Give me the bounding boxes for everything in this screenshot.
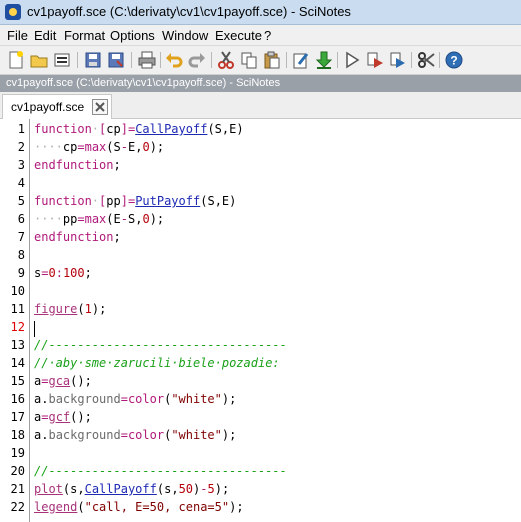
- undo-icon[interactable]: [164, 50, 184, 70]
- cut-icon[interactable]: [216, 50, 236, 70]
- load-into-scilab-icon[interactable]: [314, 50, 334, 70]
- code-line[interactable]: a.background=color("white");: [34, 392, 236, 410]
- code-line[interactable]: //---------------------------------: [34, 464, 287, 482]
- toolbar-separator: [160, 52, 161, 68]
- code-line[interactable]: endfunction;: [34, 230, 121, 248]
- file-path: cv1payoff.sce (C:\derivaty\cv1\cv1payoff…: [6, 77, 281, 89]
- code-line[interactable]: //·aby·sme·zarucili·biele·pozadie:: [34, 356, 280, 374]
- tab-cv1payoff[interactable]: cv1payoff.sce: [2, 94, 112, 119]
- code-editor[interactable]: 1 2 3 4 5 6 7 8 9 10 11 12 13 14 15 16 1…: [0, 119, 521, 522]
- toolbar-separator: [337, 52, 338, 68]
- line-number: 14: [10, 356, 25, 370]
- menu-edit[interactable]: Edit: [34, 28, 56, 43]
- execute-selection-icon[interactable]: [388, 50, 408, 70]
- save-as-icon[interactable]: [106, 50, 126, 70]
- execute-icon[interactable]: [342, 50, 362, 70]
- window-title: cv1payoff.sce (C:\derivaty\cv1\cv1payoff…: [27, 4, 351, 19]
- code-area[interactable]: function·[cp]=CallPayoff(S,E) ····cp=max(…: [34, 119, 521, 522]
- code-line[interactable]: s=0:100;: [34, 266, 92, 284]
- line-number: 8: [17, 248, 25, 262]
- file-path-bar: cv1payoff.sce (C:\derivaty\cv1\cv1payoff…: [0, 75, 521, 92]
- toolbar-separator: [439, 52, 440, 68]
- line-number: 1: [17, 122, 25, 136]
- scissors-icon[interactable]: [416, 50, 436, 70]
- code-line[interactable]: function·[cp]=CallPayoff(S,E): [34, 122, 244, 140]
- code-line[interactable]: ····pp=max(E-S,0);: [34, 212, 164, 230]
- execute-file-icon[interactable]: [365, 50, 385, 70]
- code-line[interactable]: //---------------------------------: [34, 338, 287, 356]
- line-number: 7: [17, 230, 25, 244]
- line-number: 10: [10, 284, 25, 298]
- code-line[interactable]: a.background=color("white");: [34, 428, 236, 446]
- line-number: 16: [10, 392, 25, 406]
- paste-icon[interactable]: [262, 50, 282, 70]
- close-icon[interactable]: [92, 99, 108, 115]
- redo-icon[interactable]: [187, 50, 207, 70]
- line-number: 13: [10, 338, 25, 352]
- code-line[interactable]: function·[pp]=PutPayoff(S,E): [34, 194, 236, 212]
- toolbar-separator: [131, 52, 132, 68]
- line-number: 22: [10, 500, 25, 514]
- print-icon[interactable]: [137, 50, 157, 70]
- menu-execute[interactable]: Execute: [215, 28, 262, 43]
- scinotes-app-icon: [5, 4, 21, 20]
- toolbar-separator: [286, 52, 287, 68]
- line-number: 20: [10, 464, 25, 478]
- line-number: 18: [10, 428, 25, 442]
- preferences-icon[interactable]: [291, 50, 311, 70]
- code-line[interactable]: legend("call, E=50, cena=5");: [34, 500, 244, 518]
- code-line[interactable]: endfunction;: [34, 158, 121, 176]
- open-recent-icon[interactable]: [52, 50, 72, 70]
- tab-strip: cv1payoff.sce: [0, 92, 521, 119]
- line-number: 19: [10, 446, 25, 460]
- line-number: 21: [10, 482, 25, 496]
- toolbar-separator: [77, 52, 78, 68]
- code-line[interactable]: a=gca();: [34, 374, 92, 392]
- code-line[interactable]: a=gcf();: [34, 410, 92, 428]
- svg-text:?: ?: [450, 54, 457, 68]
- line-number: 2: [17, 140, 25, 154]
- line-number-active: 12: [10, 320, 25, 334]
- line-number: 5: [17, 194, 25, 208]
- menu-file[interactable]: File: [7, 28, 28, 43]
- copy-icon[interactable]: [239, 50, 259, 70]
- toolbar-separator: [411, 52, 412, 68]
- line-number: 11: [10, 302, 25, 316]
- line-number: 9: [17, 266, 25, 280]
- code-line[interactable]: figure(1);: [34, 302, 106, 320]
- open-file-icon[interactable]: [29, 50, 49, 70]
- menu-window[interactable]: Window: [162, 28, 208, 43]
- menu-options[interactable]: Options: [110, 28, 155, 43]
- new-file-icon[interactable]: [6, 50, 26, 70]
- code-line[interactable]: ····cp=max(S-E,0);: [34, 140, 164, 158]
- save-icon[interactable]: [83, 50, 103, 70]
- tab-label: cv1payoff.sce: [11, 100, 85, 114]
- line-number: 15: [10, 374, 25, 388]
- line-number: 17: [10, 410, 25, 424]
- line-number: 6: [17, 212, 25, 226]
- toolbar-separator: [211, 52, 212, 68]
- line-number-gutter: 1 2 3 4 5 6 7 8 9 10 11 12 13 14 15 16 1…: [0, 119, 30, 522]
- toolbar: ?: [0, 46, 521, 75]
- menu-format[interactable]: Format: [64, 28, 105, 43]
- help-icon[interactable]: ?: [444, 50, 464, 70]
- line-number: 3: [17, 158, 25, 172]
- text-cursor: [34, 321, 35, 337]
- menu-help[interactable]: ?: [264, 28, 271, 43]
- line-number: 4: [17, 176, 25, 190]
- menu-bar: File Edit Format Options Window Execute …: [0, 25, 521, 46]
- code-line[interactable]: plot(s,CallPayoff(s,50)-5);: [34, 482, 229, 500]
- title-bar: cv1payoff.sce (C:\derivaty\cv1\cv1payoff…: [0, 0, 521, 25]
